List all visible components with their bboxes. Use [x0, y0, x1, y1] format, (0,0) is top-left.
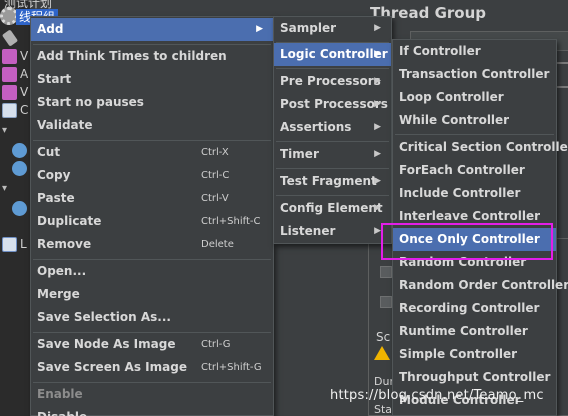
test-plan-tree[interactable]: 测试计划 线程组 V A V C ▾ ▾ L	[0, 0, 59, 416]
menu-item-random-controller[interactable]: Random Controller	[393, 251, 556, 274]
logic-controller-submenu: If Controller Transaction Controller Loo…	[392, 39, 568, 416]
menu-item-assertions[interactable]: Assertions ▶	[274, 116, 391, 139]
submenu-arrow-icon: ▶	[374, 203, 381, 213]
shortcut-label: Ctrl-C	[201, 170, 230, 181]
submenu-arrow-icon: ▶	[374, 226, 381, 236]
tree-node[interactable]: V	[2, 84, 30, 102]
submenu-arrow-icon: ▶	[256, 24, 263, 34]
context-menu: Add ▶ Add Think Times to children Start …	[30, 16, 274, 416]
shortcut-label: Delete	[201, 239, 234, 250]
menu-item-throughput-controller[interactable]: Throughput Controller	[393, 366, 556, 389]
menu-item-runtime-controller[interactable]: Runtime Controller	[393, 320, 556, 343]
menu-item-merge[interactable]: Merge	[31, 283, 273, 306]
menu-separator	[276, 141, 389, 142]
menu-item-interleave-controller[interactable]: Interleave Controller	[393, 205, 556, 228]
menu-item-loop-controller[interactable]: Loop Controller	[393, 86, 556, 109]
menu-item-test-fragment[interactable]: Test Fragment ▶	[274, 170, 391, 193]
tree-node[interactable]: V	[2, 48, 30, 66]
menu-item-if-controller[interactable]: If Controller	[393, 40, 556, 63]
menu-item-pre-processors[interactable]: Pre Processors ▶	[274, 70, 391, 93]
submenu-arrow-icon: ▶	[374, 76, 381, 86]
submenu-arrow-icon: ▶	[374, 149, 381, 159]
menu-item-start[interactable]: Start	[31, 68, 273, 91]
menu-item-config-element[interactable]: Config Element ▶	[274, 197, 391, 220]
menu-separator	[276, 68, 389, 69]
chart-icon	[2, 85, 17, 100]
sampler-icon	[12, 161, 27, 176]
menu-item-random-order-controller[interactable]: Random Order Controller	[393, 274, 568, 297]
submenu-arrow-icon: ▶	[374, 122, 381, 132]
menu-item-listener[interactable]: Listener ▶	[274, 220, 391, 243]
submenu-arrow-icon: ▶	[374, 49, 381, 59]
warning-icon	[374, 346, 390, 360]
menu-item-foreach-controller[interactable]: ForEach Controller	[393, 159, 556, 182]
expand-arrow-icon: ▾	[2, 125, 8, 136]
menu-item-duplicate[interactable]: Duplicate Ctrl+Shift-C	[31, 210, 273, 233]
menu-item-simple-controller[interactable]: Simple Controller	[393, 343, 556, 366]
tree-node[interactable]: L	[2, 236, 30, 254]
menu-item-disable[interactable]: Disable	[31, 406, 273, 416]
shortcut-label: Ctrl-V	[201, 193, 229, 204]
menu-item-critical-section-controller[interactable]: Critical Section Controller	[393, 136, 568, 159]
menu-item-add[interactable]: Add ▶	[31, 18, 273, 41]
tree-node[interactable]	[2, 200, 30, 218]
watermark-text: https://blog.csdn.net/Teamo_mc	[330, 388, 544, 403]
checkbox[interactable]	[380, 296, 392, 308]
menu-item-save-selection-as[interactable]: Save Selection As...	[31, 306, 273, 329]
menu-item-timer[interactable]: Timer ▶	[274, 143, 391, 166]
tree-node[interactable]	[2, 142, 30, 160]
scheduler-title: Sc	[376, 330, 391, 344]
startup-label: Sta	[374, 403, 393, 416]
menu-item-transaction-controller[interactable]: Transaction Controller	[393, 63, 556, 86]
menu-item-add-think-times[interactable]: Add Think Times to children	[31, 45, 273, 68]
menu-separator	[276, 168, 389, 169]
menu-item-open[interactable]: Open...	[31, 260, 273, 283]
menu-item-save-screen-as-image[interactable]: Save Screen As Image Ctrl+Shift-G	[31, 356, 273, 379]
duration-label: Dur	[374, 375, 394, 388]
menu-item-include-controller[interactable]: Include Controller	[393, 182, 556, 205]
menu-item-cut[interactable]: Cut Ctrl-X	[31, 141, 273, 164]
shortcut-label: Ctrl+Shift-C	[201, 216, 261, 227]
menu-item-paste[interactable]: Paste Ctrl-V	[31, 187, 273, 210]
shortcut-label: Ctrl-X	[201, 147, 229, 158]
menu-separator	[276, 195, 389, 196]
menu-item-validate[interactable]: Validate	[31, 114, 273, 137]
chart-icon	[2, 67, 17, 82]
menu-item-remove[interactable]: Remove Delete	[31, 233, 273, 256]
checkbox[interactable]	[380, 266, 392, 278]
expand-arrow-icon: ▾	[2, 183, 8, 194]
chart-icon	[2, 49, 17, 64]
menu-item-sampler[interactable]: Sampler ▶	[274, 17, 391, 40]
sampler-icon	[12, 201, 27, 216]
sampler-icon	[12, 143, 27, 158]
document-icon	[2, 103, 17, 118]
menu-item-once-only-controller[interactable]: Once Only Controller	[393, 228, 556, 251]
menu-item-while-controller[interactable]: While Controller	[393, 109, 556, 132]
menu-item-save-node-as-image[interactable]: Save Node As Image Ctrl-G	[31, 333, 273, 356]
menu-item-recording-controller[interactable]: Recording Controller	[393, 297, 556, 320]
submenu-arrow-icon: ▶	[374, 23, 381, 33]
menu-item-post-processors[interactable]: Post Processors ▶	[274, 93, 391, 116]
tree-node[interactable]: A	[2, 66, 30, 84]
menu-separator	[395, 134, 554, 135]
tree-node[interactable]	[1, 29, 30, 48]
submenu-arrow-icon: ▶	[374, 99, 381, 109]
wrench-icon	[1, 29, 19, 47]
tree-node[interactable]: ▾	[2, 122, 30, 140]
menu-item-start-no-pauses[interactable]: Start no pauses	[31, 91, 273, 114]
add-submenu: Sampler ▶ Logic Controller ▶ Pre Process…	[273, 16, 392, 244]
tree-node[interactable]: ▾	[2, 180, 30, 198]
tree-node[interactable]	[2, 160, 30, 178]
tree-node[interactable]: C	[2, 102, 30, 120]
shortcut-label: Ctrl-G	[201, 339, 231, 350]
shortcut-label: Ctrl+Shift-G	[201, 362, 262, 373]
menu-item-enable: Enable	[37, 387, 83, 401]
menu-item-copy[interactable]: Copy Ctrl-C	[31, 164, 273, 187]
submenu-arrow-icon: ▶	[374, 176, 381, 186]
listener-icon	[2, 237, 17, 252]
menu-item-logic-controller[interactable]: Logic Controller ▶	[274, 43, 391, 66]
